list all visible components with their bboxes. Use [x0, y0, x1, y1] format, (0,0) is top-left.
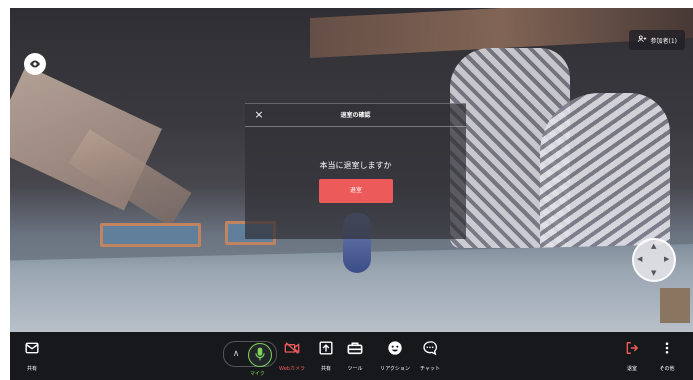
scene-bench [100, 223, 201, 247]
camera-label: Webカメラ [279, 366, 305, 372]
toolbox-icon [347, 336, 363, 360]
exit-icon [625, 336, 639, 360]
bottom-toolbar: 共有 ∧ マイク Webカメラ 共有 ツール リアクション チャット 退室 その… [10, 332, 693, 380]
mic-control: ∧ [223, 341, 277, 367]
tools-button[interactable]: ツール [335, 336, 375, 376]
participants-button[interactable]: 参加者(1) [628, 30, 685, 50]
direction-pad[interactable]: ▲ ▼ ◀ ▶ [632, 238, 676, 282]
chat-label: チャット [420, 366, 440, 372]
microphone-icon [255, 346, 265, 365]
leave-label: 退室 [626, 366, 637, 372]
dialog-header: × 退室の確認 [245, 104, 466, 127]
camera-off-icon [284, 336, 300, 360]
reaction-label: リアクション [380, 366, 410, 372]
dialog-title: 退室の確認 [340, 112, 371, 119]
leave-button[interactable]: 退室 [612, 336, 652, 376]
participants-count: 参加者(1) [650, 37, 678, 45]
share-left-label: 共有 [26, 366, 37, 372]
arrow-down-icon[interactable]: ▼ [651, 269, 656, 277]
leave-confirm-dialog: × 退室の確認 本当に退室しますか 退室 [245, 103, 466, 239]
confirm-leave-button[interactable]: 退室 [319, 179, 393, 203]
smiley-icon [387, 336, 403, 360]
more-label: その他 [659, 366, 675, 372]
arrow-up-icon[interactable]: ▲ [651, 242, 656, 250]
view-toggle-button[interactable] [24, 53, 46, 75]
mail-icon [25, 336, 39, 360]
share-left-button[interactable]: 共有 [12, 336, 52, 376]
dialog-message: 本当に退室しますか [319, 161, 392, 170]
more-button[interactable]: その他 [647, 336, 687, 376]
people-icon [637, 34, 647, 46]
mic-label: マイク [250, 371, 265, 377]
chevron-up-icon[interactable]: ∧ [228, 346, 244, 362]
screen-share-label: 共有 [320, 366, 331, 372]
reaction-button[interactable]: リアクション [375, 336, 415, 376]
mic-button[interactable] [248, 343, 272, 367]
more-vertical-icon [665, 336, 669, 360]
tools-label: ツール [347, 366, 363, 372]
chat-button[interactable]: チャット [410, 336, 450, 376]
arrow-right-icon[interactable]: ▶ [664, 255, 669, 263]
share-screen-icon [319, 336, 333, 360]
scene-object [660, 288, 690, 323]
eye-icon [29, 55, 41, 74]
arrow-left-icon[interactable]: ◀ [637, 255, 642, 263]
chat-bubble-icon [422, 336, 438, 360]
